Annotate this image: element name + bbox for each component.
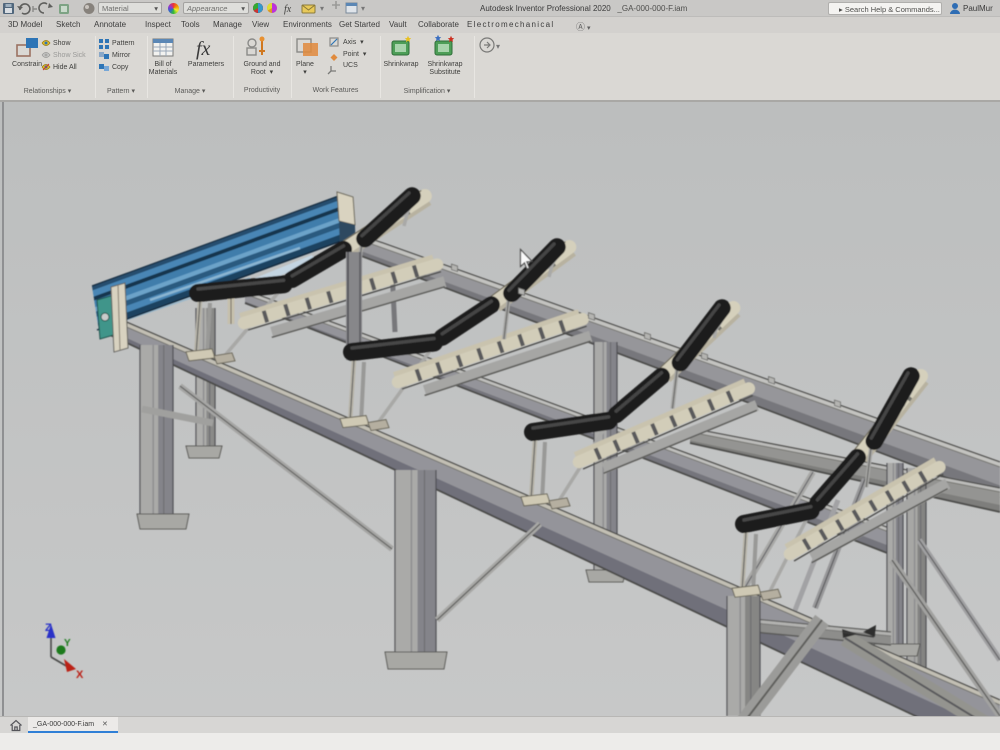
svg-text:fx: fx: [284, 4, 292, 15]
svg-text:Y: Y: [64, 638, 71, 649]
svg-text:Z: Z: [45, 622, 52, 634]
svg-text:PaulMur: PaulMur: [963, 4, 993, 13]
svg-text:▾: ▾: [361, 4, 365, 13]
svg-text:▾: ▾: [496, 42, 500, 51]
svg-text:▾: ▾: [320, 4, 324, 13]
svg-text:fx: fx: [196, 38, 211, 60]
svg-text:X: X: [76, 669, 84, 681]
